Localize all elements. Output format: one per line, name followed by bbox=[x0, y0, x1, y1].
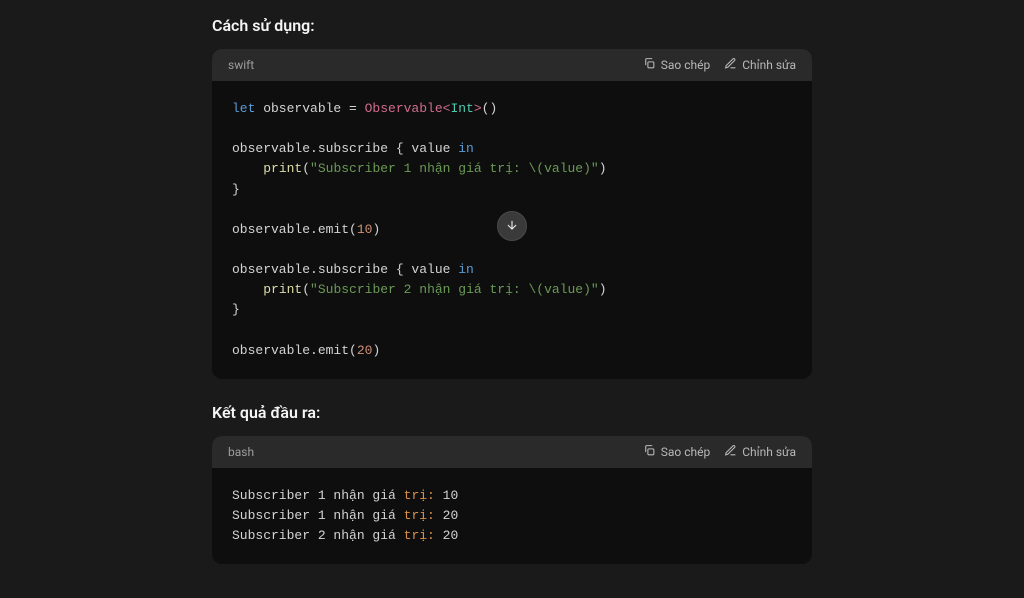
code-token: print bbox=[263, 282, 302, 297]
copy-button[interactable]: Sao chép bbox=[643, 444, 710, 460]
code-token: Subscriber 2 nhận giá bbox=[232, 528, 404, 543]
arrow-down-icon bbox=[505, 217, 519, 236]
code-token: observable.emit( bbox=[232, 343, 357, 358]
code-token: trị: bbox=[404, 508, 435, 523]
code-token: } bbox=[232, 302, 240, 317]
code-token: 10 bbox=[357, 222, 373, 237]
usage-heading: Cách sử dụng: bbox=[212, 16, 812, 35]
code-lang-label: swift bbox=[228, 58, 254, 72]
code-token: 20 bbox=[435, 508, 458, 523]
code-token: Subscriber 1 nhận giá bbox=[232, 488, 404, 503]
code-token: ) bbox=[599, 282, 607, 297]
code-token: observable.emit( bbox=[232, 222, 357, 237]
edit-label: Chỉnh sửa bbox=[742, 58, 796, 72]
edit-button[interactable]: Chỉnh sửa bbox=[724, 57, 796, 73]
code-token: Subscriber 1 nhận giá bbox=[232, 508, 404, 523]
copy-icon bbox=[643, 57, 656, 73]
code-token: ) bbox=[372, 222, 380, 237]
code-token: ( bbox=[302, 161, 310, 176]
copy-label: Sao chép bbox=[661, 58, 710, 72]
code-token: print bbox=[263, 161, 302, 176]
code-block-bash: bash Sao chép Chỉnh sửa Subscriber 1 nhậ… bbox=[212, 436, 812, 564]
code-token: ) bbox=[372, 343, 380, 358]
code-token: Int bbox=[450, 101, 473, 116]
scroll-down-button[interactable] bbox=[497, 211, 527, 241]
code-token: } bbox=[232, 182, 240, 197]
code-token: trị: bbox=[404, 528, 435, 543]
code-token: 20 bbox=[357, 343, 373, 358]
code-token: "Subscriber 2 nhận giá trị: \(value)" bbox=[310, 282, 599, 297]
code-token: "Subscriber 1 nhận giá trị: \(value)" bbox=[310, 161, 599, 176]
code-token: 20 bbox=[435, 528, 458, 543]
copy-label: Sao chép bbox=[661, 445, 710, 459]
edit-icon bbox=[724, 57, 737, 73]
code-token: () bbox=[482, 101, 498, 116]
code-header: bash Sao chép Chỉnh sửa bbox=[212, 436, 812, 468]
code-token: trị: bbox=[404, 488, 435, 503]
code-token: 10 bbox=[435, 488, 458, 503]
code-token: observable.subscribe { value bbox=[232, 262, 458, 277]
edit-label: Chỉnh sửa bbox=[742, 445, 796, 459]
code-token: Observable bbox=[365, 101, 443, 116]
code-header: swift Sao chép Chỉnh sửa bbox=[212, 49, 812, 81]
code-lang-label: bash bbox=[228, 445, 254, 459]
copy-button[interactable]: Sao chép bbox=[643, 57, 710, 73]
code-content-bash: Subscriber 1 nhận giá trị: 10 Subscriber… bbox=[212, 468, 812, 564]
code-token: > bbox=[474, 101, 482, 116]
output-heading: Kết quả đầu ra: bbox=[212, 403, 812, 422]
code-token: observable = bbox=[255, 101, 364, 116]
code-token: ( bbox=[302, 282, 310, 297]
code-token: in bbox=[458, 141, 474, 156]
code-token: ) bbox=[599, 161, 607, 176]
edit-button[interactable]: Chỉnh sửa bbox=[724, 444, 796, 460]
code-token: let bbox=[232, 101, 255, 116]
edit-icon bbox=[724, 444, 737, 460]
code-token: in bbox=[458, 262, 474, 277]
copy-icon bbox=[643, 444, 656, 460]
code-token: observable.subscribe { value bbox=[232, 141, 458, 156]
